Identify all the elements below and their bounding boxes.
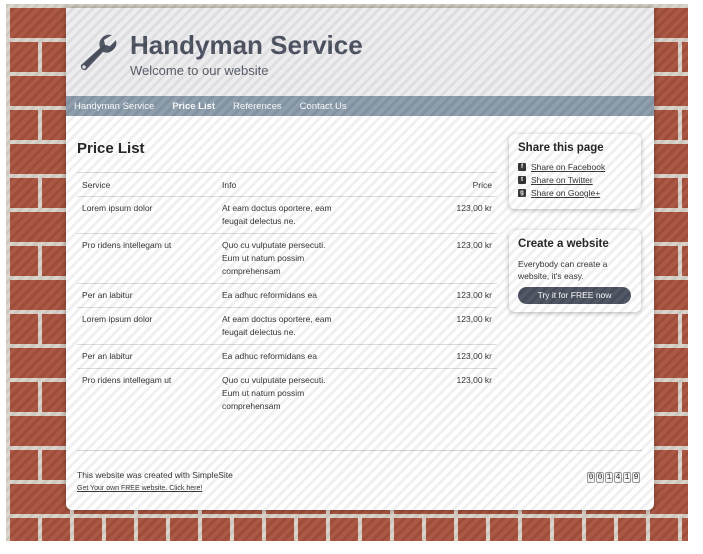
page-title: Price List <box>77 140 145 157</box>
table-row: Pro ridens intellegam ut Quo cu vulputat… <box>77 368 497 418</box>
info-line: comprehensam <box>222 266 281 276</box>
site-title[interactable]: Handyman Service <box>130 30 363 61</box>
service-cell: Per an labitur <box>77 283 217 308</box>
footer-free-website-link[interactable]: Get Your own FREE website. Click here! <box>77 485 202 492</box>
table-row: Per an labitur Ea adhuc reformidans ea 1… <box>77 344 497 369</box>
info-cell: Ea adhuc reformidans ea <box>217 344 417 369</box>
table-row: Per an labitur Ea adhuc reformidans ea 1… <box>77 283 497 308</box>
share-box: Share this page f Share on Facebook t Sh… <box>509 134 641 209</box>
service-cell: Lorem ipsum dolor <box>77 196 217 234</box>
info-line: Ea adhuc reformidans ea <box>222 351 317 361</box>
share-google-plus-link[interactable]: g Share on Google+ <box>518 188 632 198</box>
visitor-counter: 0 0 1 4 1 9 <box>587 472 640 483</box>
column-header-price: Price <box>417 172 497 197</box>
counter-digit: 0 <box>596 472 604 483</box>
share-link-label: Share on Google+ <box>531 188 601 198</box>
info-line: Ea adhuc reformidans ea <box>222 290 317 300</box>
info-line: Eum ut natum possim <box>222 253 305 263</box>
price-cell: 123,00 kr <box>417 283 497 308</box>
price-cell: 123,00 kr <box>417 196 497 234</box>
info-line: feugait delectus ne. <box>222 327 296 337</box>
info-cell: At eam doctus oportere, eam feugait delec… <box>217 307 417 345</box>
price-cell: 123,00 kr <box>417 344 497 369</box>
nav-item-price-list[interactable]: Price List <box>172 101 215 112</box>
info-line: Quo cu vulputate persecuti. <box>222 240 326 250</box>
counter-digit: 1 <box>605 472 613 483</box>
footer-divider <box>77 450 642 451</box>
wrench-icon <box>80 34 117 71</box>
service-cell: Pro ridens intellegam ut <box>77 233 217 284</box>
price-table: Service Info Price Lorem ipsum dolor At … <box>77 172 497 418</box>
share-facebook-link[interactable]: f Share on Facebook <box>518 162 632 172</box>
site-header: Handyman Service Welcome to our website <box>66 8 654 96</box>
info-line: comprehensam <box>222 401 281 411</box>
info-line: Quo cu vulputate persecuti. <box>222 375 326 385</box>
share-twitter-link[interactable]: t Share on Twitter <box>518 175 632 185</box>
price-cell: 123,00 kr <box>417 368 497 418</box>
service-cell: Pro ridens intellegam ut <box>77 368 217 418</box>
info-line: feugait delectus ne. <box>222 216 296 226</box>
counter-digit: 9 <box>632 472 640 483</box>
price-cell: 123,00 kr <box>417 307 497 345</box>
share-link-label: Share on Facebook <box>531 162 606 172</box>
create-website-title: Create a website <box>518 238 609 250</box>
service-cell: Lorem ipsum dolor <box>77 307 217 345</box>
share-link-label: Share on Twitter <box>531 175 593 185</box>
info-cell: Ea adhuc reformidans ea <box>217 283 417 308</box>
table-row: Pro ridens intellegam ut Quo cu vulputat… <box>77 233 497 284</box>
info-line: At eam doctus oportere, eam <box>222 314 332 324</box>
info-line: Eum ut natum possim <box>222 388 305 398</box>
brick-wall-background: Handyman Service Welcome to our website … <box>6 4 688 541</box>
nav-item-contact-us[interactable]: Contact Us <box>300 101 347 112</box>
counter-digit: 4 <box>614 472 622 483</box>
table-row: Lorem ipsum dolor At eam doctus oportere… <box>77 196 497 234</box>
twitter-icon: t <box>518 176 526 184</box>
page-container: Handyman Service Welcome to our website … <box>66 8 654 510</box>
create-website-box: Create a website Everybody can create a … <box>509 230 641 312</box>
counter-digit: 0 <box>587 472 595 483</box>
google-plus-icon: g <box>518 189 526 197</box>
column-header-info: Info <box>217 172 417 197</box>
info-cell: Quo cu vulputate persecuti. Eum ut natum … <box>217 233 417 284</box>
table-row: Lorem ipsum dolor At eam doctus oportere… <box>77 307 497 345</box>
counter-digit: 1 <box>623 472 631 483</box>
create-website-text: Everybody can create a website, it's eas… <box>518 259 608 281</box>
site-subtitle: Welcome to our website <box>130 63 269 78</box>
price-cell: 123,00 kr <box>417 233 497 284</box>
share-box-title: Share this page <box>518 142 604 154</box>
nav-item-references[interactable]: References <box>233 101 282 112</box>
facebook-icon: f <box>518 163 526 171</box>
info-cell: At eam doctus oportere, eam feugait delec… <box>217 196 417 234</box>
table-header-row: Service Info Price <box>77 172 497 197</box>
column-header-service: Service <box>77 172 217 197</box>
nav-item-handyman-service[interactable]: Handyman Service <box>74 101 154 112</box>
service-cell: Per an labitur <box>77 344 217 369</box>
footer-credit: This website was created with SimpleSite <box>77 470 233 480</box>
info-cell: Quo cu vulputate persecuti. Eum ut natum … <box>217 368 417 418</box>
info-line: At eam doctus oportere, eam <box>222 203 332 213</box>
try-free-button[interactable]: Try it for FREE now <box>518 287 631 304</box>
main-nav: Handyman Service Price List References C… <box>66 96 654 116</box>
